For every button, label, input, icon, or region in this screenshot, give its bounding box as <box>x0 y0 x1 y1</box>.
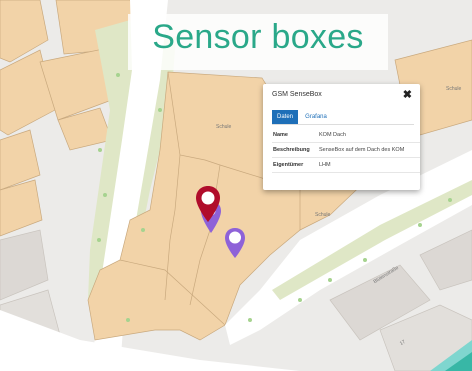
close-icon[interactable]: ✖ <box>403 88 412 101</box>
map-marker-icon[interactable] <box>224 227 246 259</box>
tab-grafana[interactable]: Grafana <box>301 110 331 124</box>
map-slide: Schule Schule Schule Blütenstraße 17 Sen… <box>0 0 472 371</box>
popup-title: GSM SenseBox <box>272 91 322 98</box>
map-marker-icon[interactable] <box>195 185 221 223</box>
row-value: LHM <box>319 162 331 168</box>
row-key: Eigentümer <box>273 162 304 168</box>
row-key: Beschreibung <box>273 147 310 153</box>
row-value: KOM Dach <box>319 132 346 138</box>
table-row: Name KOM Dach <box>272 128 420 143</box>
page-title: Sensor boxes <box>152 18 364 56</box>
row-key: Name <box>273 132 288 138</box>
row-value: SenseBox auf dem Dach des KOM <box>319 147 405 153</box>
map-label-school: Schule <box>315 212 331 218</box>
map-label-school: Schule <box>216 124 232 130</box>
popup-tabs: Daten Grafana <box>272 110 414 125</box>
popup-details-table: Name KOM Dach Beschreibung SenseBox auf … <box>272 128 420 173</box>
tab-daten[interactable]: Daten <box>272 110 298 124</box>
table-row: Beschreibung SenseBox auf dem Dach des K… <box>272 143 420 158</box>
map-label-school: Schule <box>446 86 462 92</box>
table-row: Eigentümer LHM <box>272 158 420 173</box>
sensor-popup: GSM SenseBox ✖ Daten Grafana Name KOM Da… <box>263 84 420 190</box>
